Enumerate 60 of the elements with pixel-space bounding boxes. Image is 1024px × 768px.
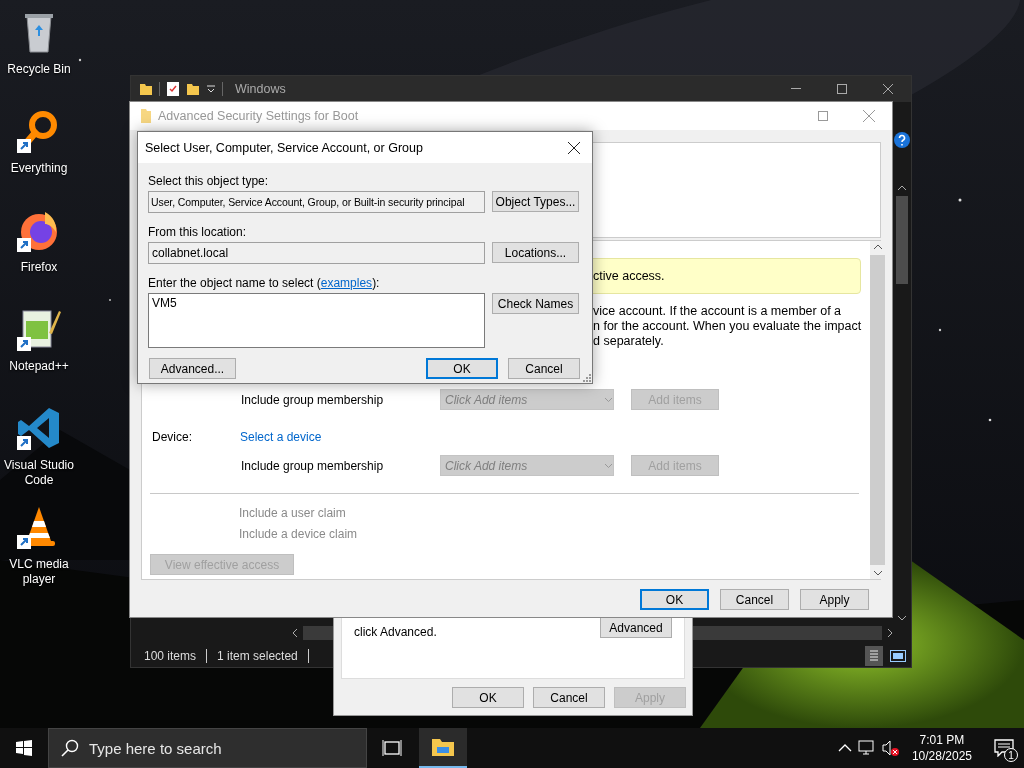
examples-link[interactable]: examples (320, 276, 373, 290)
description-text: vice account. If the account is a member of a n for the account. When you evaluate the impact d separately. (593, 304, 862, 349)
clock-date[interactable]: 10/28/2025 (911, 748, 972, 764)
row-label: Include group membership (240, 392, 385, 407)
advanced-button[interactable]: Advanced... (149, 358, 236, 379)
search-bar[interactable]: Type here to search (48, 728, 367, 768)
object-type-field[interactable]: User, Computer, Service Account, Group, or Built-in security principal (148, 191, 485, 213)
search-field[interactable]: Type here to search (87, 738, 366, 758)
notification-count: 1 (1004, 748, 1018, 762)
desktop-icon-label: Firefox (19, 260, 59, 275)
object-name-field[interactable]: VM5 (148, 293, 485, 348)
field-label: From this location: (148, 225, 248, 239)
folder-icon[interactable] (139, 82, 153, 96)
dialog-button[interactable]: Cancel (508, 358, 580, 379)
network-icon[interactable] (857, 740, 876, 756)
resize-grip-icon[interactable] (583, 374, 591, 382)
advanced-button[interactable]: Advanced (600, 617, 672, 638)
dialog-button[interactable]: Apply (800, 589, 869, 610)
dropdown-icon[interactable] (206, 83, 216, 95)
dialog-button[interactable]: OK (640, 589, 709, 610)
desktop-icon-label: Recycle Bin (6, 62, 72, 77)
new-folder-icon[interactable] (186, 82, 200, 96)
scroll-down-icon[interactable] (896, 614, 907, 622)
instruction-text: click Advanced. (354, 625, 437, 639)
object-types-button[interactable]: Object Types... (492, 191, 579, 212)
desktop-icon-label: Notepad++ (8, 359, 70, 374)
status-text: 100 items (144, 648, 197, 663)
select-device-link[interactable]: Select a device (240, 429, 322, 444)
volume-muted-icon[interactable] (881, 740, 900, 756)
dialog-button[interactable]: OK (452, 687, 524, 708)
search-icon (61, 739, 79, 757)
location-field[interactable]: collabnet.local (148, 242, 485, 264)
field-label: Enter the object name to select (examples): (148, 276, 381, 290)
scroll-up-icon[interactable] (896, 184, 907, 192)
desktop-icon-label: VLC media player (8, 557, 70, 587)
field-label: Select this object type: (148, 174, 270, 188)
dialog-button[interactable]: Cancel (533, 687, 605, 708)
file-explorer-icon[interactable] (419, 728, 467, 768)
notification-icon[interactable] (994, 739, 1014, 757)
help-icon[interactable] (893, 132, 910, 148)
scroll-left-icon[interactable] (291, 628, 299, 638)
status-text: 1 item selected (217, 648, 298, 663)
row-label: Include group membership (240, 458, 385, 473)
locations-button[interactable]: Locations... (492, 242, 579, 263)
dialog-button[interactable]: OK (426, 358, 498, 379)
window-title: Windows (235, 82, 286, 96)
folder-icon (140, 108, 152, 124)
properties-icon[interactable] (166, 81, 180, 97)
desktop-icon-label: Everything (9, 161, 69, 176)
scroll-right-icon[interactable] (886, 628, 894, 638)
details-view-icon[interactable] (865, 645, 883, 666)
desktop-icon-label: Visual Studio Code (3, 458, 75, 488)
dialog-title: Select User, Computer, Service Account, or Group (145, 140, 423, 155)
scroll-thumb[interactable] (895, 196, 908, 284)
row-label: Device: (151, 429, 193, 444)
chevron-up-icon[interactable] (837, 743, 852, 753)
dialog-button[interactable]: Cancel (720, 589, 789, 610)
clock-time[interactable]: 7:01 PM (919, 732, 965, 748)
window-title: Advanced Security Settings for Boot (158, 109, 359, 123)
check-names-button[interactable]: Check Names (492, 293, 579, 314)
